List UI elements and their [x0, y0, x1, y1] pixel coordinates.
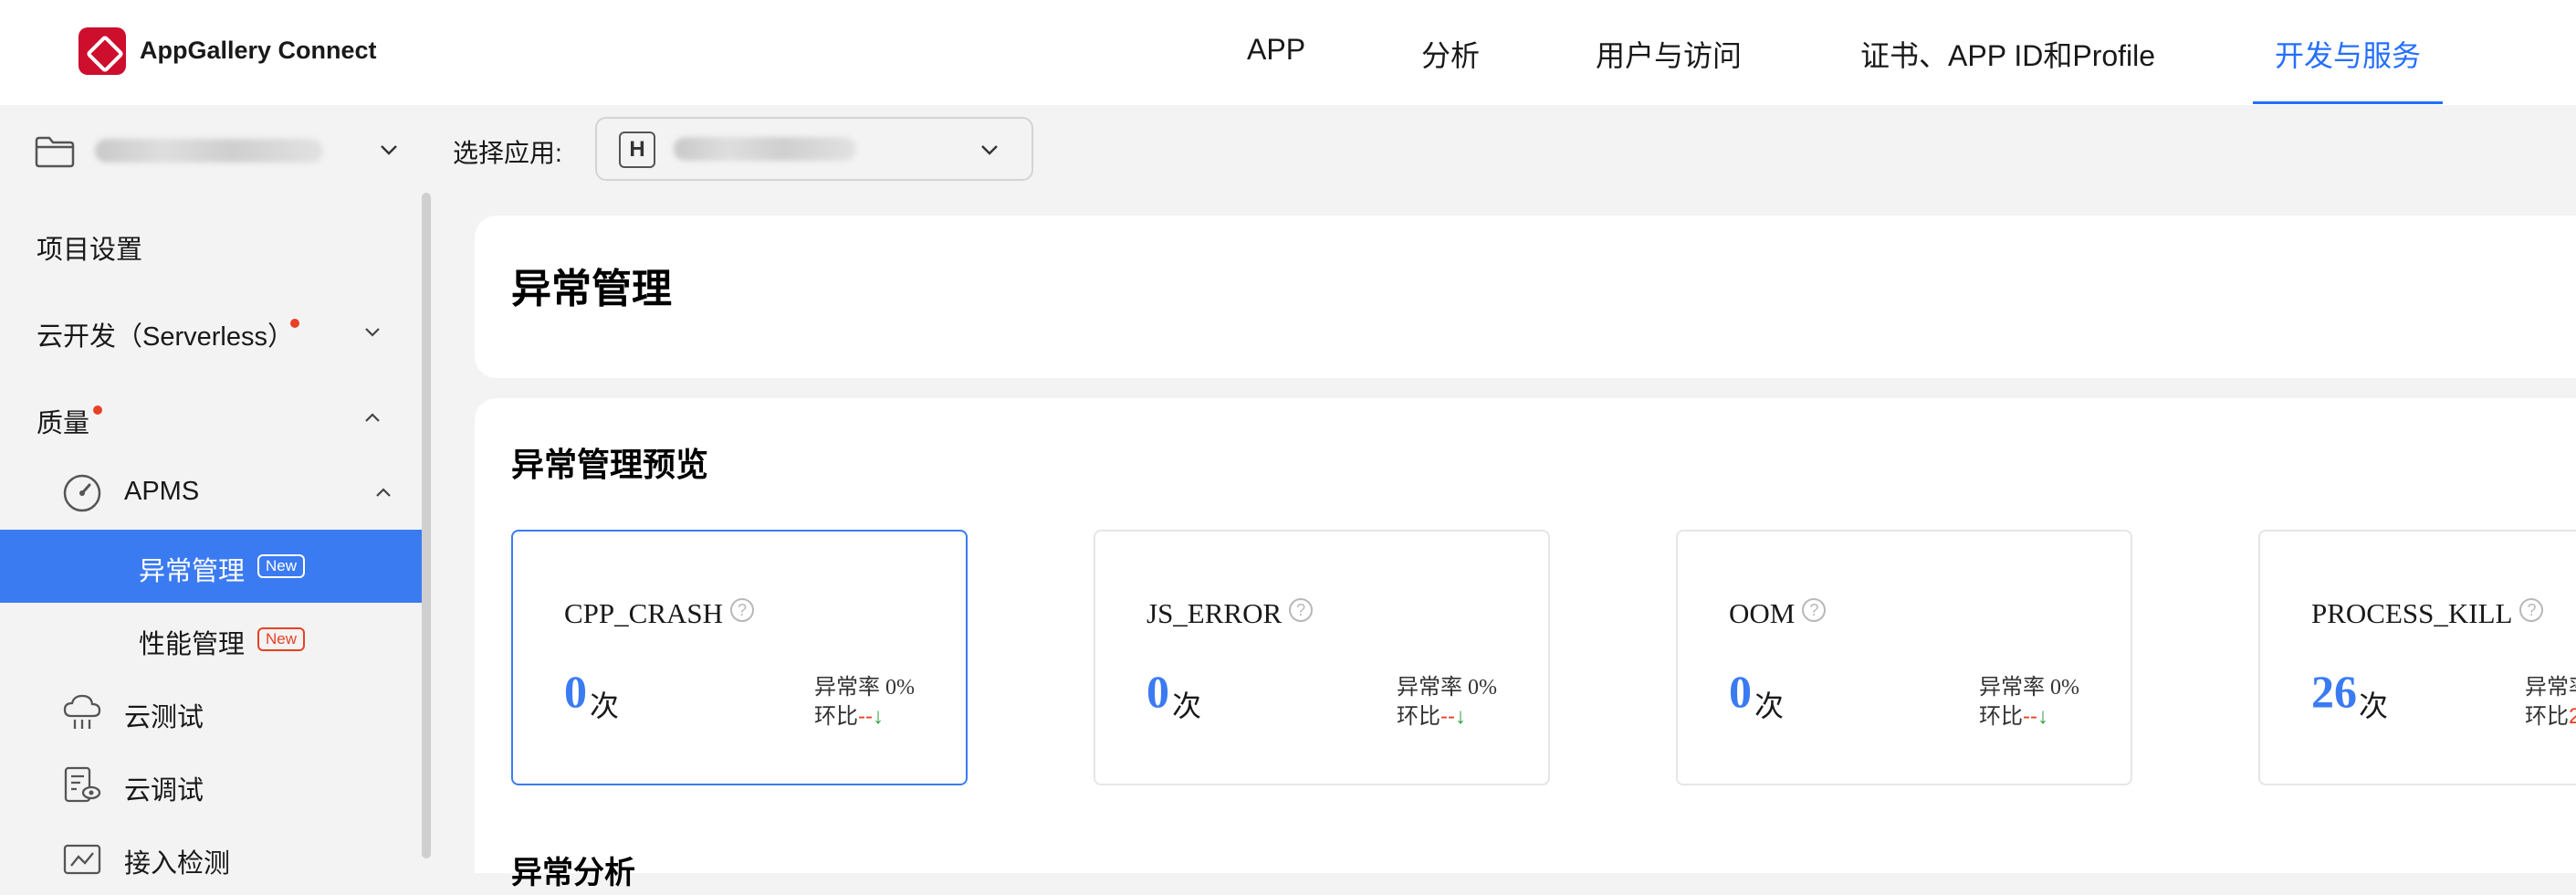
help-circle-icon[interactable]: ? [1289, 598, 1314, 622]
metric-ratio: 环比--↓ [814, 704, 884, 729]
project-name-redacted[interactable] [95, 139, 323, 163]
access-check-icon [63, 844, 101, 875]
sidebar-item-label: 质量 [37, 409, 90, 438]
new-badge: New [257, 627, 306, 651]
metric-card-js-error[interactable]: JS_ERROR? 0 次 异常率 0% 环比--↓ [1094, 530, 1550, 785]
app-select-dropdown[interactable]: H [595, 117, 1033, 181]
sidebar-item-project-settings[interactable]: 项目设置 [0, 208, 422, 281]
arrow-down-icon: ↓ [872, 704, 884, 729]
appgallery-logo-icon[interactable] [79, 27, 126, 75]
sidebar-item-quality[interactable]: 质量 [0, 382, 422, 455]
cloud-debug-icon [64, 766, 101, 803]
chevron-up-icon [376, 488, 391, 497]
chevron-down-icon [981, 145, 998, 155]
metric-unit: 次 [1172, 690, 1202, 722]
arrow-down-icon: ↓ [2037, 704, 2048, 729]
metric-rate: 异常率 0% [1397, 676, 1497, 700]
section-title-exception-analysis: 异常分析 [511, 855, 635, 891]
metric-rate: 异常率 [2525, 676, 2576, 700]
metric-card-oom[interactable]: OOM? 0 次 异常率 0% 环比--↓ [1676, 530, 2132, 785]
metric-ratio: 环比--↓ [1397, 704, 1466, 729]
help-circle-icon[interactable]: ? [1802, 598, 1827, 622]
help-circle-icon[interactable]: ? [730, 598, 755, 622]
metric-card-cpp-crash[interactable]: CPP_CRASH? 0 次 异常率 0% 环比--↓ [511, 530, 968, 785]
sidebar-item-serverless[interactable]: 云开发（Serverless） [0, 295, 422, 368]
metric-count: 0 [1729, 666, 1752, 717]
notification-dot [93, 405, 102, 415]
overview-card: 异常管理预览 CPP_CRASH? 0 次 异常率 0% 环比--↓ JS_ER… [475, 398, 2576, 873]
cloud-test-icon [63, 694, 101, 729]
nav-tab-app[interactable]: APP [1247, 33, 1305, 67]
new-badge: New [257, 554, 306, 578]
gauge-icon [63, 474, 101, 512]
metric-count: 26 [2311, 666, 2357, 717]
top-header: AppGallery Connect APP 分析 用户与访问 证书、APP I… [0, 0, 2576, 105]
sidebar-item-performance-management[interactable]: 性能管理 New [0, 603, 422, 676]
sidebar-item-access-check[interactable]: 接入检测 [0, 822, 422, 895]
brand-name[interactable]: AppGallery Connect [140, 37, 377, 65]
sidebar-item-label: 云开发（Serverless） [37, 322, 294, 352]
metric-ratio: 环比2 [2525, 704, 2576, 729]
arrow-down-icon: ↓ [1454, 704, 1466, 729]
sidebar-item-cloud-test[interactable]: 云测试 [0, 676, 422, 749]
chevron-up-icon [365, 413, 380, 422]
chevron-down-icon[interactable] [378, 139, 400, 161]
metric-count: 0 [564, 666, 587, 717]
notification-dot [290, 319, 299, 328]
app-badge-icon: H [619, 132, 655, 168]
sidebar-item-label: 云调试 [124, 776, 204, 806]
page-title: 异常管理 [511, 266, 672, 312]
metric-name: PROCESS_KILL? [2311, 597, 2544, 630]
sidebar-item-cloud-debug[interactable]: 云调试 [0, 749, 422, 822]
metric-unit: 次 [1754, 690, 1785, 722]
sidebar-item-apms[interactable]: APMS [0, 457, 422, 530]
nav-tab-certificates[interactable]: 证书、APP ID和Profile [1860, 33, 2155, 75]
app-select-label: 选择应用: [453, 139, 562, 167]
help-circle-icon[interactable]: ? [2519, 598, 2544, 622]
metric-name: CPP_CRASH? [564, 597, 755, 630]
metric-card-process-kill[interactable]: PROCESS_KILL? 26 次 异常率 环比2 [2258, 530, 2576, 785]
metric-name: OOM? [1729, 597, 1827, 630]
sidebar-item-label: 项目设置 [37, 236, 143, 265]
metric-ratio: 环比--↓ [1979, 704, 2048, 729]
nav-tab-users-access[interactable]: 用户与访问 [1596, 33, 1742, 75]
app-name-redacted [674, 137, 856, 161]
folder-icon [35, 136, 75, 168]
metric-rate: 异常率 0% [1979, 676, 2079, 700]
overview-title: 异常管理预览 [511, 446, 709, 484]
sidebar-item-label: 性能管理 [139, 630, 246, 659]
metric-count: 0 [1147, 666, 1169, 717]
sidebar-item-exception-management[interactable]: 异常管理 New [0, 530, 422, 603]
nav-tab-analytics[interactable]: 分析 [1421, 33, 1480, 75]
sidebar-item-label: APMS [124, 477, 200, 506]
metric-name: JS_ERROR? [1147, 597, 1314, 630]
active-tab-indicator [2253, 101, 2443, 104]
sidebar-item-label: 云测试 [124, 703, 204, 732]
chevron-down-icon [365, 328, 380, 337]
metric-unit: 次 [590, 690, 620, 722]
metric-unit: 次 [2359, 690, 2389, 722]
sidebar-scrollbar[interactable] [422, 193, 431, 858]
sidebar-item-label: 接入检测 [124, 849, 231, 879]
nav-tab-dev-services[interactable]: 开发与服务 [2275, 33, 2421, 75]
sidebar-item-label: 异常管理 [139, 557, 246, 586]
page-header-card: 异常管理 [475, 216, 2576, 378]
metric-rate: 异常率 0% [814, 676, 915, 700]
